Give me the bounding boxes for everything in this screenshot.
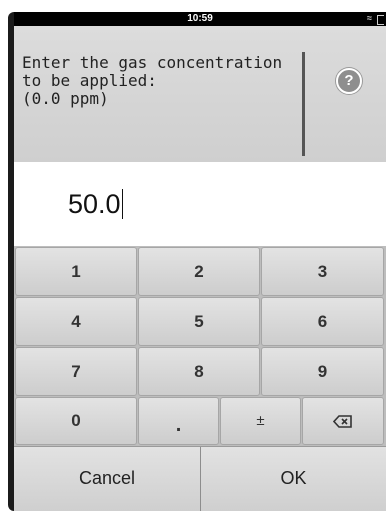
key-label: 6 [317, 312, 328, 331]
prompt-area: Enter the gas concentration to be applie… [14, 26, 386, 162]
action-bar: Cancel OK [14, 446, 386, 511]
key-7[interactable]: 7 [15, 347, 137, 396]
key-6[interactable]: 6 [261, 297, 384, 346]
prompt-text: Enter the gas concentration to be applie… [22, 54, 292, 108]
key-label: 1 [71, 262, 81, 281]
keypad: 1 2 3 4 5 6 7 8 9 0 . ± [14, 246, 386, 446]
key-label: 5 [194, 312, 204, 331]
key-label: 8 [194, 362, 204, 381]
key-4[interactable]: 4 [15, 297, 137, 346]
cancel-button[interactable]: Cancel [14, 447, 200, 509]
key-5[interactable]: 5 [138, 297, 260, 346]
key-0[interactable]: 0 [15, 397, 137, 445]
entry-value-container: 50.0 [68, 189, 123, 220]
key-label: 4 [71, 312, 81, 331]
entry-value: 50.0 [68, 189, 121, 219]
key-sign[interactable]: ± [220, 397, 301, 445]
key-label: 3 [317, 262, 328, 281]
ok-button[interactable]: OK [201, 447, 386, 509]
screen: Enter the gas concentration to be applie… [14, 26, 386, 511]
entry-field[interactable]: 50.0 [14, 162, 386, 246]
prompt-line-1: Enter the gas concentration [22, 53, 283, 72]
key-8[interactable]: 8 [138, 347, 260, 396]
text-caret [121, 189, 123, 219]
prompt-divider [302, 52, 305, 156]
prompt-line-2: to be applied: [22, 71, 157, 90]
key-2[interactable]: 2 [138, 247, 260, 296]
battery-icon [377, 15, 384, 25]
key-decimal[interactable]: . [138, 397, 219, 445]
help-icon[interactable]: ? [336, 68, 362, 94]
backspace-icon [303, 398, 383, 444]
key-9[interactable]: 9 [261, 347, 384, 396]
key-1[interactable]: 1 [15, 247, 137, 296]
key-label: . [175, 414, 182, 436]
wifi-icon: ≈ [367, 13, 372, 23]
prompt-line-3: (0.0 ppm) [22, 89, 109, 108]
status-time: 10:59 [187, 13, 213, 24]
key-label: ± [256, 412, 265, 429]
key-label: 2 [194, 262, 204, 281]
status-bar: 10:59 ≈ [14, 12, 386, 26]
key-label: 9 [317, 362, 328, 381]
device: 10:59 ≈ Enter the gas concentration to b… [0, 0, 386, 513]
key-label: 0 [71, 411, 81, 430]
key-label: 7 [71, 362, 81, 381]
key-3[interactable]: 3 [261, 247, 384, 296]
backspace-button[interactable] [302, 397, 384, 445]
